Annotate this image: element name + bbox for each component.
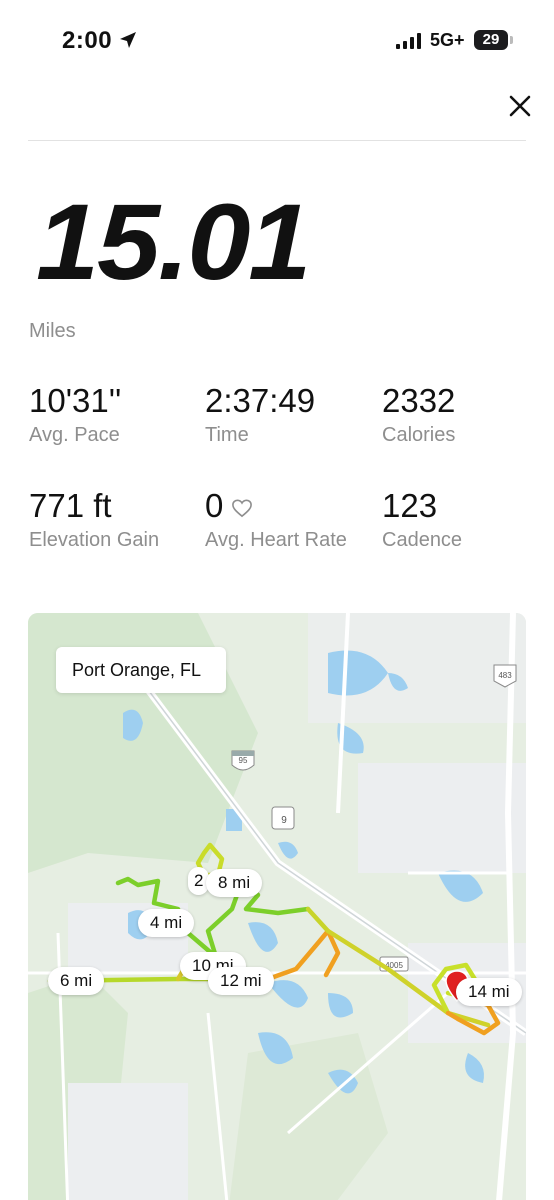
mile-marker-8: 8 mi [206, 869, 263, 897]
distance-unit: Miles [29, 320, 76, 342]
stat-label: Calories [382, 423, 456, 446]
mile-marker-4: 4 mi [138, 909, 195, 937]
heart-outline-icon [232, 499, 253, 518]
map-background: 95 9 483 4005 [28, 613, 526, 1200]
distance-value: 15.01 [36, 181, 311, 302]
highway-9-label: 9 [281, 815, 287, 826]
stat-label: Elevation Gain [29, 528, 160, 551]
highway-95-label: 95 [239, 756, 248, 765]
signal-strength-icon [396, 33, 421, 49]
mile-marker-12: 12 mi [208, 967, 274, 995]
location-arrow-icon [120, 32, 136, 48]
stat-avg-pace: 10'31'' Avg. Pace [29, 382, 199, 448]
battery-icon: 29 [474, 30, 508, 50]
header-divider [28, 140, 526, 141]
stat-label: Time [205, 423, 249, 446]
stat-label: Avg. Heart Rate [205, 528, 347, 551]
stat-value: 771 ft [29, 487, 112, 524]
stat-avg-heart-rate: 0 Avg. Heart Rate [205, 487, 355, 553]
stat-time: 2:37:49 Time [205, 382, 375, 448]
stat-cadence: 123 Cadence [382, 487, 552, 553]
network-type: 5G+ [430, 30, 465, 50]
stat-value: 123 [382, 487, 438, 524]
stat-value: 0 [205, 487, 224, 524]
stat-elevation-gain: 771 ft Elevation Gain [29, 487, 179, 553]
status-time: 2:00 [62, 27, 113, 54]
stat-value: 10'31'' [29, 382, 122, 419]
stat-label: Avg. Pace [29, 423, 120, 446]
location-chip: Port Orange, FL [56, 647, 226, 693]
stat-value-row: 0 [205, 487, 355, 525]
close-button[interactable] [502, 88, 538, 124]
status-bar: 2:00 5G+ 29 [0, 0, 554, 84]
stat-value: 2:37:49 [205, 382, 316, 419]
stat-value: 2332 [382, 382, 456, 419]
battery-cap [510, 36, 513, 44]
stat-calories: 2332 Calories [382, 382, 552, 448]
route-map[interactable]: 95 9 483 4005 Port Orange, FL 2 8 mi 4 m… [28, 613, 526, 1200]
highway-483-label: 483 [498, 671, 512, 680]
mile-marker-6: 6 mi [48, 967, 105, 995]
mile-marker-14: 14 mi [456, 978, 522, 1006]
stat-label: Cadence [382, 528, 463, 551]
